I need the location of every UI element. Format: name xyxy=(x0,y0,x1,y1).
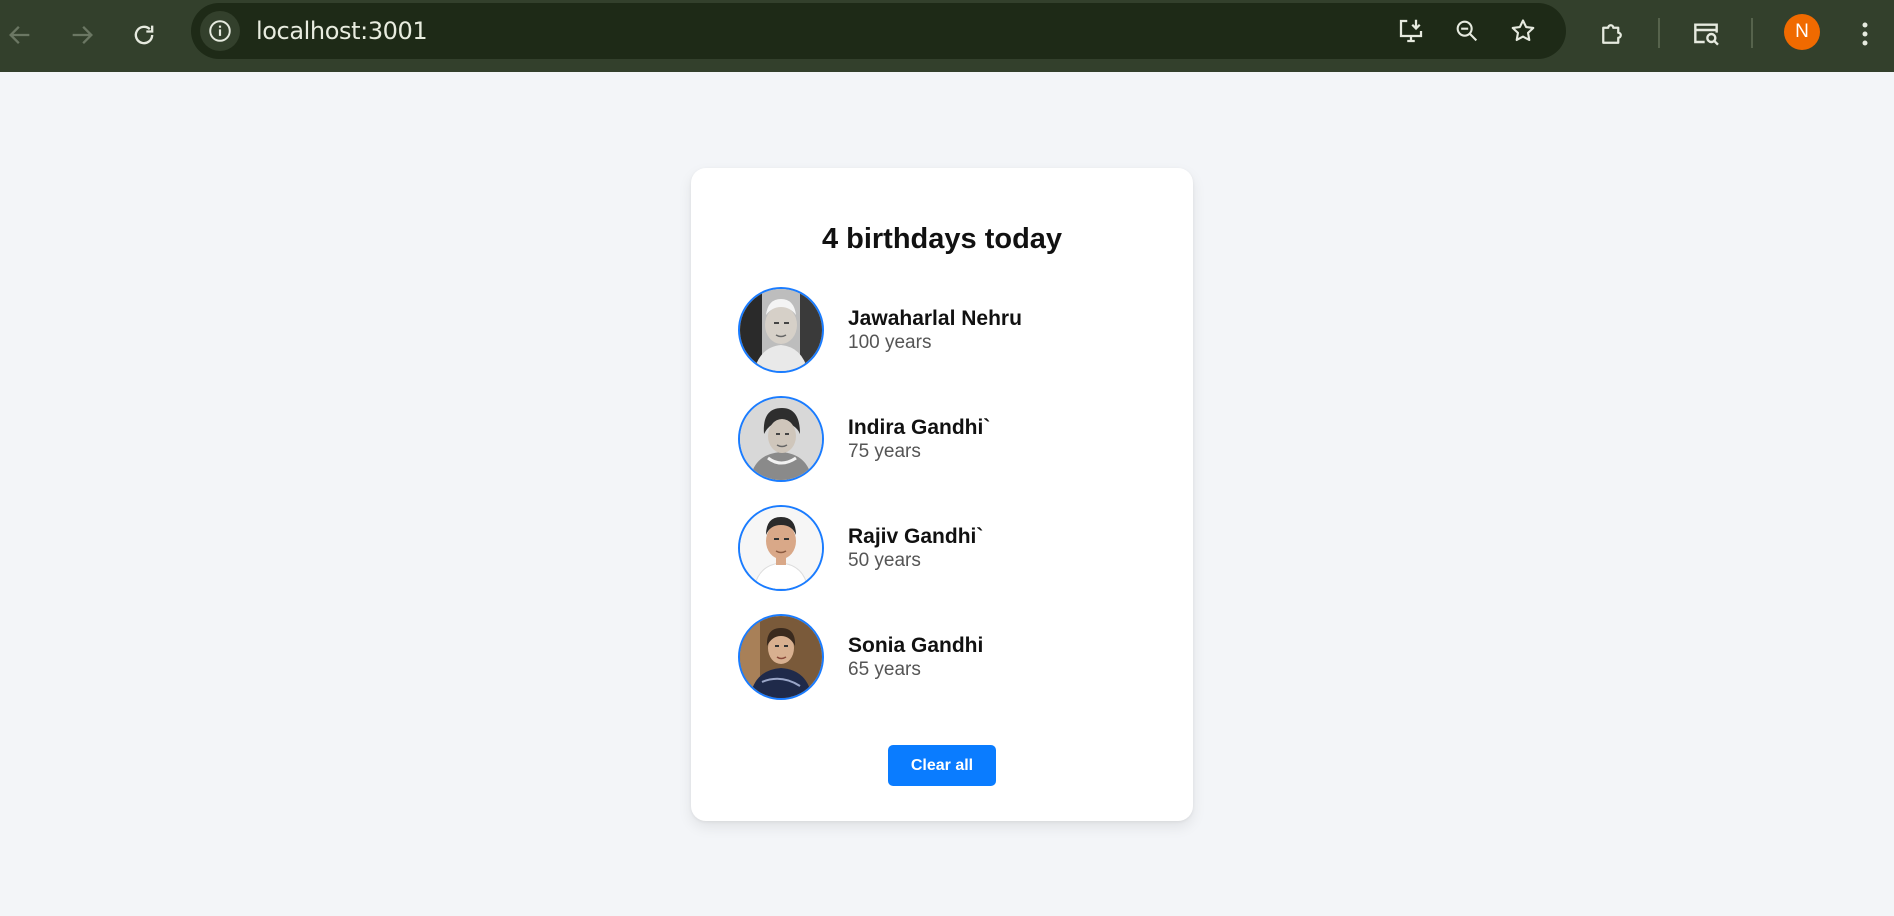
person-name: Sonia Gandhi xyxy=(848,634,984,657)
extensions-button[interactable] xyxy=(1589,11,1635,57)
page-title: 4 birthdays today xyxy=(821,223,1063,255)
person-photo xyxy=(738,505,824,591)
forward-arrow-icon xyxy=(72,26,93,44)
list-item: Sonia Gandhi 65 years xyxy=(738,614,1138,700)
toolbar-divider xyxy=(1751,18,1753,48)
forward-button[interactable] xyxy=(60,13,104,57)
person-name: Rajiv Gandhi` xyxy=(848,525,984,548)
kebab-menu-icon xyxy=(1862,22,1868,46)
back-arrow-icon xyxy=(9,26,30,44)
reload-icon xyxy=(134,25,154,45)
star-icon xyxy=(1511,19,1535,42)
clear-all-button[interactable]: Clear all xyxy=(888,745,996,786)
browser-menu-button[interactable] xyxy=(1842,11,1888,57)
person-photo xyxy=(738,287,824,373)
list-item: Rajiv Gandhi` 50 years xyxy=(738,505,1138,591)
bookmark-button[interactable] xyxy=(1503,11,1543,51)
browser-toolbar: localhost:3001 N xyxy=(0,0,1894,72)
birthday-card: 4 birthdays today Jawaharlal Nehru 100 y… xyxy=(691,168,1193,821)
person-age: 75 years xyxy=(848,441,921,462)
profile-avatar[interactable]: N xyxy=(1784,14,1820,50)
person-photo xyxy=(738,396,824,482)
url-text[interactable]: localhost:3001 xyxy=(256,3,428,59)
toolbar-divider xyxy=(1658,18,1660,48)
site-info-button[interactable] xyxy=(200,11,240,51)
install-app-button[interactable] xyxy=(1391,11,1431,51)
tab-search-button[interactable] xyxy=(1683,11,1729,57)
person-name: Indira Gandhi` xyxy=(848,416,991,439)
reload-button[interactable] xyxy=(122,13,166,57)
zoom-button[interactable] xyxy=(1447,11,1487,51)
list-item: Jawaharlal Nehru 100 years xyxy=(738,287,1138,373)
back-button[interactable] xyxy=(0,13,42,57)
person-name: Jawaharlal Nehru xyxy=(848,307,1022,330)
address-bar[interactable]: localhost:3001 xyxy=(191,3,1566,59)
person-age: 100 years xyxy=(848,332,932,353)
info-icon xyxy=(209,20,231,42)
zoom-out-icon xyxy=(1456,20,1478,42)
list-item: Indira Gandhi` 75 years xyxy=(738,396,1138,482)
install-app-icon xyxy=(1399,19,1423,43)
person-age: 50 years xyxy=(848,550,921,571)
puzzle-icon xyxy=(1602,24,1622,44)
person-photo xyxy=(738,614,824,700)
tab-search-icon xyxy=(1694,23,1719,46)
person-age: 65 years xyxy=(848,659,921,680)
